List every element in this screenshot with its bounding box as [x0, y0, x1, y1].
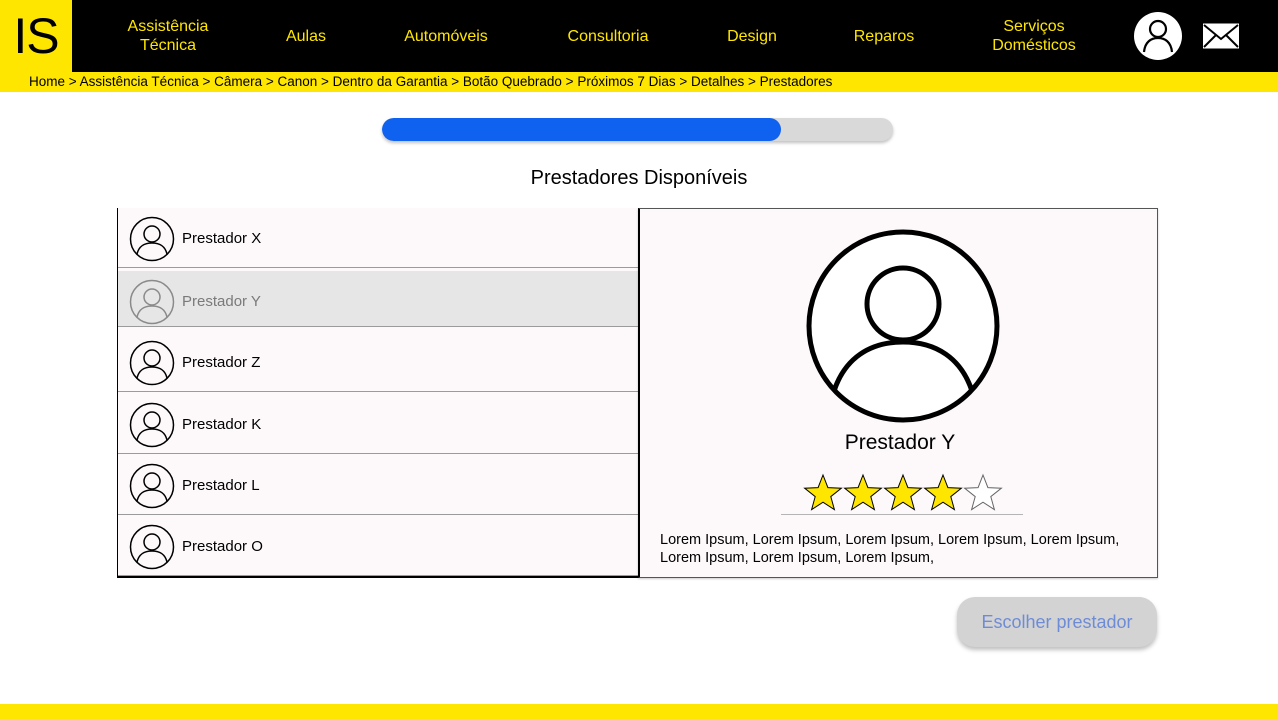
provider-row[interactable]: Prestador L	[118, 455, 638, 515]
star-empty-icon	[963, 473, 1003, 511]
provider-avatar-icon	[129, 524, 175, 570]
provider-name: Prestador K	[182, 416, 262, 433]
provider-row[interactable]: Prestador O	[118, 516, 638, 576]
logo[interactable]: IS	[0, 0, 72, 72]
mail-icon	[1203, 23, 1239, 49]
provider-row[interactable]: Prestador Z	[118, 332, 638, 392]
footer-bar	[0, 704, 1278, 719]
provider-avatar-icon	[129, 463, 175, 509]
mail-button[interactable]	[1202, 22, 1240, 50]
provider-avatar-icon	[129, 340, 175, 386]
provider-row[interactable]: Prestador Y	[118, 271, 638, 327]
star-filled-icon	[883, 473, 923, 511]
page-title: Prestadores Disponíveis	[530, 167, 748, 189]
provider-name: Prestador Z	[182, 354, 261, 371]
provider-name: Prestador Y	[182, 293, 261, 310]
provider-avatar-icon	[806, 229, 1000, 423]
provider-description: Lorem Ipsum, Lorem Ipsum, Lorem Ipsum, L…	[660, 532, 1120, 566]
nav-item-aulas[interactable]: Aulas	[266, 0, 346, 72]
provider-row[interactable]: Prestador K	[118, 394, 638, 454]
provider-name: Prestador X	[182, 230, 262, 247]
star-filled-icon	[843, 473, 883, 511]
provider-list: Prestador X Prestador Y Prestador Z Prestad…	[117, 208, 638, 578]
provider-detail-panel: Prestador Y Lorem Ipsum, Lorem Ipsum, Lo…	[638, 208, 1158, 578]
star-filled-icon	[803, 473, 843, 511]
nav-item-consultoria[interactable]: Consultoria	[548, 0, 668, 72]
provider-avatar-icon	[129, 216, 175, 262]
progress-fill	[382, 118, 781, 141]
progress-bar	[382, 118, 893, 141]
rating-stars	[781, 473, 1023, 515]
provider-name: Prestador L	[182, 477, 260, 494]
provider-avatar-icon	[129, 279, 175, 325]
nav-item-automoveis[interactable]: Automóveis	[386, 0, 506, 72]
user-icon	[1142, 19, 1174, 53]
choose-provider-button[interactable]: Escolher prestador	[957, 597, 1157, 647]
breadcrumb[interactable]: Home > Assistência Técnica > Câmera > Ca…	[29, 74, 832, 89]
nav-item-assistencia-tecnica[interactable]: Assistência Técnica	[108, 0, 228, 72]
nav-item-design[interactable]: Design	[712, 0, 792, 72]
breadcrumb-bar: Home > Assistência Técnica > Câmera > Ca…	[0, 72, 1278, 92]
provider-detail-name: Prestador Y	[844, 431, 956, 454]
user-account-button[interactable]	[1134, 12, 1182, 60]
nav-item-reparos[interactable]: Reparos	[839, 0, 929, 72]
star-filled-icon	[923, 473, 963, 511]
provider-avatar-icon	[129, 402, 175, 448]
top-navbar: IS Assistência Técnica Aulas Automóveis C…	[0, 0, 1278, 72]
provider-row[interactable]: Prestador X	[118, 208, 638, 268]
nav-item-servicos-domesticos[interactable]: Serviços Domésticos	[974, 0, 1094, 72]
provider-name: Prestador O	[182, 538, 263, 555]
